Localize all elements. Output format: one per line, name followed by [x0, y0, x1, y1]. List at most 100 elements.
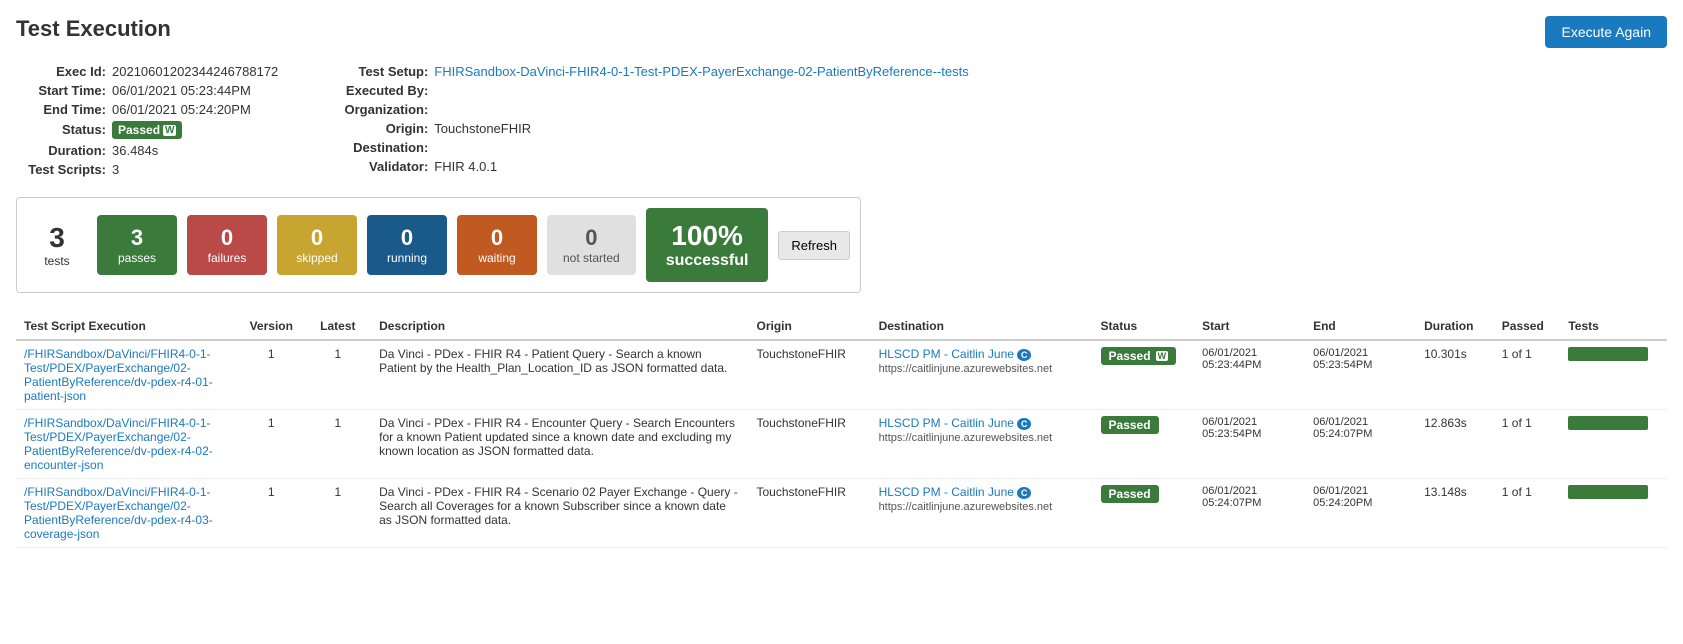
start-time-label: Start Time: — [16, 83, 106, 98]
start-cell: 06/01/202105:24:07PM — [1194, 479, 1305, 548]
destination-link[interactable]: HLSCD PM - Caitlin June — [879, 485, 1014, 499]
duration-label: Duration: — [16, 143, 106, 158]
col-header-tests: Tests — [1560, 313, 1667, 340]
waiting-box: 0 waiting — [457, 215, 537, 275]
failures-num: 0 — [203, 225, 251, 251]
destination-link[interactable]: HLSCD PM - Caitlin June — [879, 347, 1014, 361]
test-scripts-label: Test Scripts: — [16, 162, 106, 177]
meta-left: Exec Id: 20210601202344246788172 Start T… — [16, 64, 278, 177]
test-scripts-value: 3 — [112, 162, 119, 177]
status-cell: Passed — [1093, 479, 1195, 548]
version-cell: 1 — [238, 340, 305, 410]
table-row: /FHIRSandbox/DaVinci/FHIR4-0-1-Test/PDEX… — [16, 340, 1667, 410]
description-cell: Da Vinci - PDex - FHIR R4 - Patient Quer… — [371, 340, 748, 410]
script-link[interactable]: /FHIRSandbox/DaVinci/FHIR4-0-1-Test/PDEX… — [24, 347, 213, 403]
start-cell: 06/01/202105:23:54PM — [1194, 410, 1305, 479]
skipped-label: skipped — [293, 251, 341, 265]
passed-cell: 1 of 1 — [1494, 479, 1561, 548]
description-cell: Da Vinci - PDex - FHIR R4 - Encounter Qu… — [371, 410, 748, 479]
col-header-version: Version — [238, 313, 305, 340]
passed-badge: Passed — [1101, 485, 1159, 503]
end-cell: 06/01/202105:24:20PM — [1305, 479, 1416, 548]
start-time-value: 06/01/2021 05:23:44PM — [112, 83, 251, 98]
running-num: 0 — [383, 225, 431, 251]
duration-cell: 10.301s — [1416, 340, 1494, 410]
version-cell: 1 — [238, 479, 305, 548]
total-tests: 3 tests — [27, 222, 87, 268]
destination-link[interactable]: HLSCD PM - Caitlin June — [879, 416, 1014, 430]
skipped-num: 0 — [293, 225, 341, 251]
tests-cell — [1560, 340, 1667, 410]
running-label: running — [383, 251, 431, 265]
destination-cell: HLSCD PM - Caitlin JuneChttps://caitlinj… — [871, 410, 1093, 479]
failures-box: 0 failures — [187, 215, 267, 275]
col-header-description: Description — [371, 313, 748, 340]
meta-right: Test Setup: FHIRSandbox-DaVinci-FHIR4-0-… — [338, 64, 968, 177]
end-cell: 06/01/202105:23:54PM — [1305, 340, 1416, 410]
origin-label: Origin: — [338, 121, 428, 136]
executed-by-label: Executed By: — [338, 83, 428, 98]
destination-url: https://caitlinjune.azurewebsites.net — [879, 432, 1053, 444]
tests-cell — [1560, 479, 1667, 548]
execute-again-button[interactable]: Execute Again — [1545, 16, 1667, 48]
skipped-box: 0 skipped — [277, 215, 357, 275]
col-header-status: Status — [1093, 313, 1195, 340]
script-link[interactable]: /FHIRSandbox/DaVinci/FHIR4-0-1-Test/PDEX… — [24, 485, 213, 541]
duration-cell: 13.148s — [1416, 479, 1494, 548]
passes-num: 3 — [113, 225, 161, 251]
script-link[interactable]: /FHIRSandbox/DaVinci/FHIR4-0-1-Test/PDEX… — [24, 416, 213, 472]
validator-label: Validator: — [338, 159, 428, 174]
destination-url: https://caitlinjune.azurewebsites.net — [879, 363, 1053, 375]
origin-cell: TouchstoneFHIR — [748, 479, 870, 548]
passed-badge: Passed — [1101, 416, 1159, 434]
end-cell: 06/01/202105:24:07PM — [1305, 410, 1416, 479]
status-badge: Passed — [112, 121, 182, 139]
passed-w-badge: Passed — [1101, 347, 1177, 365]
waiting-label: waiting — [473, 251, 521, 265]
refresh-button[interactable]: Refresh — [778, 231, 850, 260]
col-header-origin: Origin — [748, 313, 870, 340]
c-badge: C — [1017, 487, 1032, 499]
test-setup-link[interactable]: FHIRSandbox-DaVinci-FHIR4-0-1-Test-PDEX-… — [434, 64, 968, 79]
start-cell: 06/01/202105:23:44PM — [1194, 340, 1305, 410]
summary-bar: 3 tests 3 passes 0 failures 0 skipped 0 … — [16, 197, 861, 293]
waiting-num: 0 — [473, 225, 521, 251]
passes-label: passes — [113, 251, 161, 265]
page-title: Test Execution — [16, 16, 171, 42]
description-cell: Da Vinci - PDex - FHIR R4 - Scenario 02 … — [371, 479, 748, 548]
success-box: 100% successful — [646, 208, 769, 282]
organization-label: Organization: — [338, 102, 428, 117]
latest-cell: 1 — [305, 479, 372, 548]
col-header-start: Start — [1194, 313, 1305, 340]
c-badge: C — [1017, 418, 1032, 430]
version-cell: 1 — [238, 410, 305, 479]
status-label: Status: — [16, 122, 106, 137]
col-header-passed: Passed — [1494, 313, 1561, 340]
duration-cell: 12.863s — [1416, 410, 1494, 479]
origin-value: TouchstoneFHIR — [434, 121, 531, 136]
progress-bar — [1568, 485, 1648, 499]
col-header-destination: Destination — [871, 313, 1093, 340]
col-header-script: Test Script Execution — [16, 313, 238, 340]
results-table: Test Script Execution Version Latest Des… — [16, 313, 1667, 548]
destination-label: Destination: — [338, 140, 428, 155]
col-header-latest: Latest — [305, 313, 372, 340]
running-box: 0 running — [367, 215, 447, 275]
success-label: successful — [666, 252, 749, 270]
exec-id-value: 20210601202344246788172 — [112, 64, 278, 79]
validator-value: FHIR 4.0.1 — [434, 159, 497, 174]
failures-label: failures — [203, 251, 251, 265]
col-header-end: End — [1305, 313, 1416, 340]
end-time-label: End Time: — [16, 102, 106, 117]
exec-id-label: Exec Id: — [16, 64, 106, 79]
end-time-value: 06/01/2021 05:24:20PM — [112, 102, 251, 117]
c-badge: C — [1017, 349, 1032, 361]
notstarted-num: 0 — [563, 225, 620, 251]
notstarted-box: 0 not started — [547, 215, 636, 275]
passed-cell: 1 of 1 — [1494, 410, 1561, 479]
status-cell: Passed — [1093, 340, 1195, 410]
status-cell: Passed — [1093, 410, 1195, 479]
progress-bar — [1568, 347, 1648, 361]
progress-bar — [1568, 416, 1648, 430]
total-tests-label: tests — [27, 254, 87, 268]
